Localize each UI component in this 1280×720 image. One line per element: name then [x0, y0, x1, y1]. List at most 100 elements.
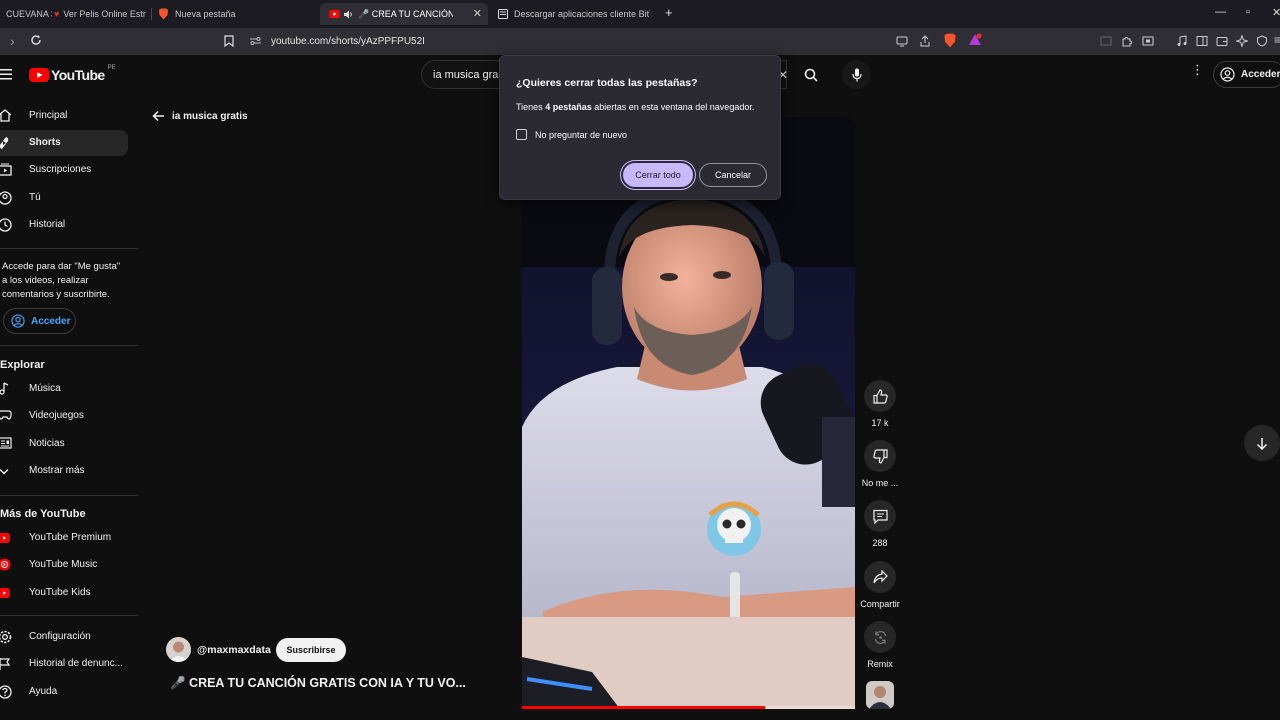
dislike-label: No me ... [861, 478, 899, 488]
region-code: PE [107, 65, 116, 71]
sidebar-item-suscripciones[interactable]: Suscripciones [0, 157, 128, 183]
sign-in-button[interactable]: Acceder [1213, 61, 1280, 88]
youtube-play-icon [29, 68, 49, 82]
extensions-puzzle-icon[interactable] [1121, 35, 1133, 47]
dont-ask-again-checkbox[interactable]: No preguntar de nuevo [516, 129, 627, 140]
forward-icon[interactable]: › [10, 33, 15, 49]
cast-icon[interactable] [896, 35, 908, 47]
media-music-icon[interactable] [1176, 35, 1188, 47]
sign-in-label: Acceder [31, 315, 71, 327]
sidebar-item-musica[interactable]: Música [0, 376, 128, 402]
dialog-message: Tienes 4 pestañas abiertas en esta venta… [516, 102, 754, 112]
tab-bittorrent[interactable]: Descargar aplicaciones cliente BitTorr [498, 3, 650, 25]
maximize-icon[interactable]: ▫ [1246, 6, 1250, 18]
screenshot-icon[interactable] [1142, 35, 1154, 47]
sidebar-item-youtube-music[interactable]: YouTube Music [0, 552, 128, 578]
minimize-icon[interactable]: — [1215, 6, 1226, 18]
vpn-shield-icon[interactable] [1256, 35, 1268, 47]
tab-youtube-active[interactable]: 🎤 CREA TU CANCIÓN GRAT ✕ [320, 3, 488, 25]
bookmark-icon[interactable] [224, 35, 234, 47]
new-tab-plus-icon[interactable]: + [665, 5, 673, 20]
tab-title: Ver Pelis Online Estr [63, 9, 146, 19]
leo-ai-icon[interactable] [1236, 35, 1248, 47]
youtube-music-icon [0, 558, 11, 571]
remix-button[interactable]: Remix [864, 621, 896, 669]
comment-icon [872, 509, 888, 524]
sidebar-item-historial-denuncias[interactable]: Historial de denunc... [0, 651, 128, 677]
tab-title: Nueva pestaña [175, 9, 236, 19]
like-button[interactable]: 17 k [864, 380, 896, 428]
comments-button[interactable]: 288 [864, 500, 896, 548]
newspaper-icon [0, 437, 12, 449]
share-arrow-icon [872, 570, 888, 584]
channel-handle[interactable]: @maxmaxdata [197, 644, 271, 656]
site-info-icon[interactable] [250, 36, 261, 46]
brave-shields-icon[interactable] [943, 33, 957, 48]
sidebar-item-historial[interactable]: Historial [0, 212, 128, 238]
share-button[interactable]: Compartir [860, 561, 900, 609]
sidebar-item-noticias[interactable]: Noticias [0, 431, 128, 457]
sidebar-item-mostrar-mas[interactable]: Mostrar más [0, 458, 128, 484]
sidebar-item-videojuegos[interactable]: Videojuegos [0, 403, 128, 429]
sidebar-label: YouTube Music [29, 559, 98, 570]
sidebar-item-youtube-premium[interactable]: YouTube Premium [0, 525, 128, 551]
channel-avatar[interactable] [166, 637, 191, 662]
menu-hamburger-icon[interactable]: ≡ [1274, 33, 1280, 47]
dislike-button[interactable]: No me ... [862, 440, 898, 488]
guide-menu-icon[interactable] [0, 69, 12, 80]
close-tab-icon[interactable]: ✕ [473, 7, 482, 20]
playback-progress-fill [522, 706, 766, 709]
sidebar-label: Mostrar más [29, 465, 85, 476]
short-video-player[interactable] [522, 117, 855, 709]
close-window-icon[interactable]: ✕ [1272, 6, 1280, 19]
youtube-premium-icon [0, 533, 10, 543]
reload-icon[interactable] [30, 34, 42, 46]
sidebar-sign-in-button[interactable]: Acceder [3, 308, 76, 334]
comment-count: 288 [872, 538, 888, 548]
sidebar-item-configuracion[interactable]: Configuración [0, 624, 128, 650]
tab-title: CUEVANA 3 [6, 9, 52, 19]
sound-thumbnail-image [866, 681, 894, 709]
tab-ver-pelis[interactable]: ♥ Ver Pelis Online Estr [54, 3, 146, 25]
sound-thumbnail[interactable] [866, 681, 894, 709]
voice-search-button[interactable] [842, 60, 871, 89]
gear-icon [0, 630, 12, 644]
subscribe-button[interactable]: Suscribirse [276, 638, 346, 662]
logo-text: YouTube [51, 67, 105, 83]
speaker-icon[interactable] [344, 10, 354, 19]
close-all-button[interactable]: Cerrar todo [623, 163, 693, 187]
url-field[interactable]: youtube.com/shorts/yAzPPFPU52I [271, 36, 425, 47]
sidebar-toggle-icon[interactable] [1100, 35, 1112, 47]
next-short-button[interactable] [1244, 425, 1280, 461]
search-icon [804, 68, 818, 82]
short-title[interactable]: 🎤 CREA TU CANCIÓN GRATIS CON IA Y TU VO.… [170, 676, 466, 691]
wallet-icon[interactable] [1216, 35, 1228, 47]
sidebar-item-principal[interactable]: Principal [0, 103, 128, 129]
youtube-logo[interactable]: YouTube PE [29, 65, 116, 83]
side-panel-icon[interactable] [1196, 35, 1208, 47]
playback-progress-track[interactable] [522, 706, 855, 709]
youtube-kids-icon [0, 588, 10, 598]
chevron-down-icon [0, 469, 9, 475]
sign-in-label: Acceder [1241, 69, 1280, 80]
back-to-search-link[interactable]: ia musica gratis [152, 110, 248, 122]
account-circle-icon [11, 314, 25, 328]
tab-nueva-pestana[interactable]: Nueva pestaña [158, 3, 308, 25]
more-options-icon[interactable]: ⋮ [1191, 63, 1204, 76]
tab-cuevana[interactable]: CUEVANA 3 [6, 3, 52, 25]
sidebar-item-ayuda[interactable]: Ayuda [0, 679, 128, 705]
search-button[interactable] [796, 60, 826, 89]
checkbox-label: No preguntar de nuevo [535, 129, 628, 140]
back-link-label: ia musica gratis [172, 110, 248, 122]
sidebar-item-tu[interactable]: Tú [0, 185, 128, 211]
tab-title: Descargar aplicaciones cliente BitTorr [514, 9, 650, 19]
cancel-button[interactable]: Cancelar [699, 163, 767, 187]
brave-rewards-icon[interactable] [968, 33, 982, 47]
sidebar-item-shorts[interactable]: Shorts [0, 130, 128, 156]
video-frame [522, 117, 855, 709]
share-page-icon[interactable] [919, 35, 931, 47]
checkbox-box[interactable] [516, 129, 527, 140]
share-label: Compartir [860, 599, 900, 609]
flag-icon [0, 658, 11, 670]
sidebar-item-youtube-kids[interactable]: YouTube Kids [0, 580, 128, 606]
